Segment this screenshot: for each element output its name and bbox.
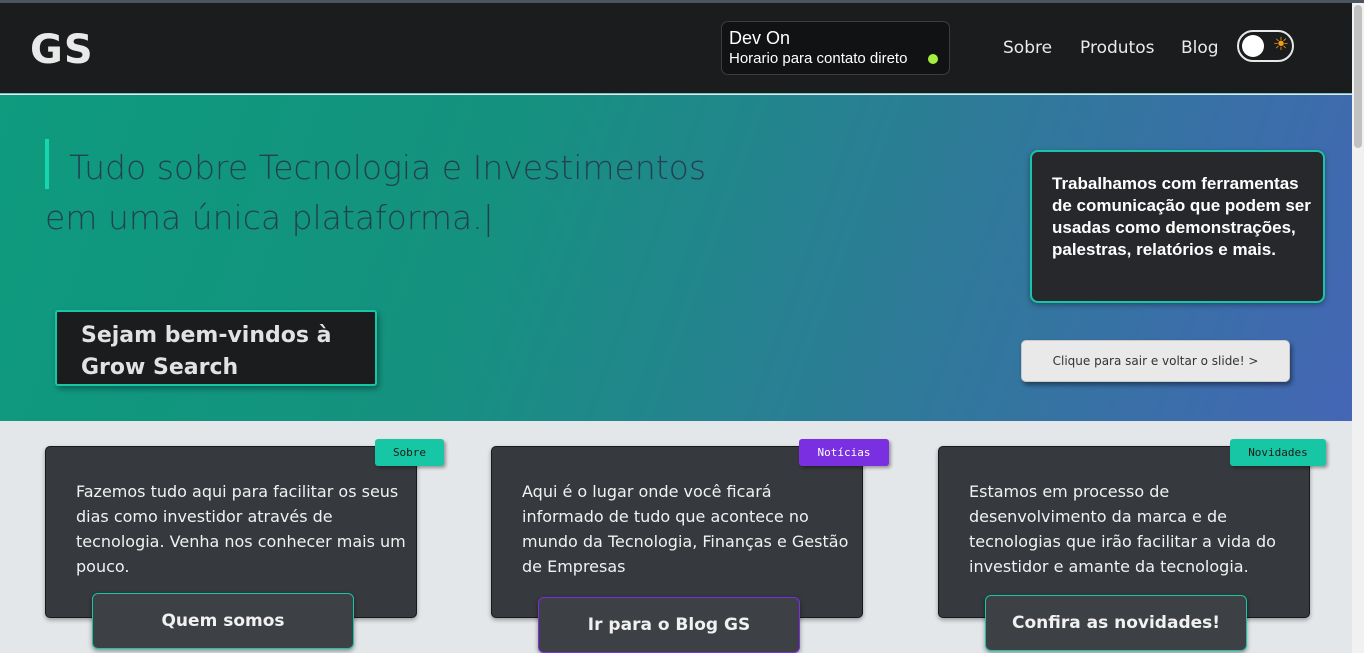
info-card: Trabalhamos com ferramentas de comunicaç…: [1030, 150, 1325, 303]
card-text: Estamos em processo de desenvolvimento d…: [969, 482, 1276, 576]
hero-banner: Tudo sobre Tecnologia e Investimentos em…: [0, 95, 1352, 421]
page-scrollbar[interactable]: [1352, 3, 1364, 653]
sun-icon: ☀: [1272, 34, 1290, 55]
nav-link-sobre[interactable]: Sobre: [1003, 38, 1052, 58]
welcome-box: Sejam bem-vindos à Grow Search: [55, 310, 377, 386]
tag-novidades: Novidades: [1230, 439, 1326, 466]
slide-toggle-button[interactable]: Clique para sair e voltar o slide! >: [1021, 340, 1290, 382]
blog-gs-button[interactable]: Ir para o Blog GS: [538, 597, 800, 653]
card-text: Aqui é o lugar onde você ficará informad…: [522, 482, 849, 576]
dev-status-subtitle: Horario para contato direto: [729, 50, 908, 67]
dev-status-title: Dev On: [729, 28, 791, 48]
toggle-knob: [1242, 35, 1264, 57]
card-novidades: Estamos em processo de desenvolvimento d…: [938, 446, 1310, 618]
nav-link-produtos[interactable]: Produtos: [1080, 38, 1154, 58]
card-noticias: Aqui é o lugar onde você ficará informad…: [491, 446, 863, 618]
site-logo[interactable]: GS: [30, 27, 94, 73]
nav-link-blog[interactable]: Blog: [1181, 38, 1219, 58]
novidades-button[interactable]: Confira as novidades!: [985, 595, 1247, 651]
tag-noticias: Notícias: [799, 439, 889, 466]
theme-toggle[interactable]: ☀: [1237, 30, 1294, 62]
tag-sobre: Sobre: [375, 439, 444, 466]
navbar: GS Dev On Horario para contato direto So…: [0, 3, 1352, 94]
card-text: Fazemos tudo aqui para facilitar os seus…: [76, 482, 406, 576]
hero-title: Tudo sobre Tecnologia e Investimentos em…: [45, 148, 707, 237]
scrollbar-thumb[interactable]: [1354, 5, 1362, 148]
dev-status-box: Dev On Horario para contato direto: [721, 21, 950, 75]
online-indicator-icon: [928, 54, 938, 64]
quem-somos-button[interactable]: Quem somos: [92, 593, 354, 649]
